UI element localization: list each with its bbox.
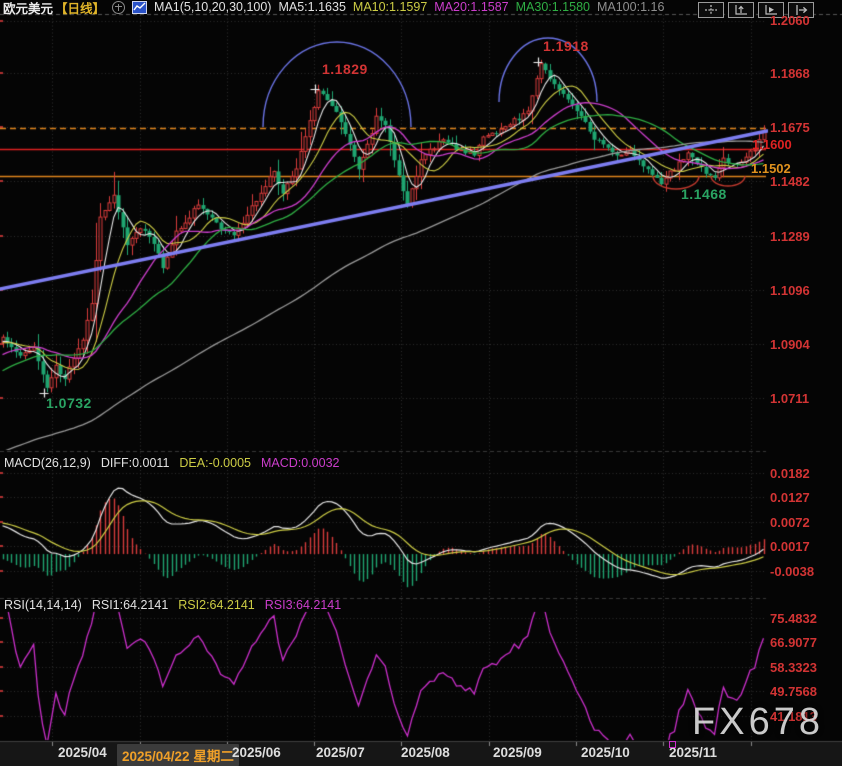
time-tick-label: 2025/07 [316, 745, 365, 760]
instrument-title: 欧元美元 [3, 0, 53, 17]
rsi2-value: RSI2:64.2141 [178, 598, 254, 612]
price-tick-label: 1.1868 [770, 66, 810, 81]
rsi-tick-label: 66.9077 [770, 635, 817, 650]
resistance-level-label: 1.1600 [752, 137, 792, 152]
rsi3-value: RSI3:64.2141 [265, 598, 341, 612]
crosshair-date-label: 2025/04/22 星期二 [117, 744, 239, 766]
timeframe-label: 【日线】 [55, 0, 105, 17]
rsi1-value: RSI1:64.2141 [92, 598, 168, 612]
rsi-name: RSI(14,14,14) [4, 598, 82, 612]
ma5-value: MA5:1.1635 [278, 0, 345, 14]
macd-tick-label: 0.0182 [770, 466, 810, 481]
support-level-label: 1.1502 [751, 161, 791, 176]
watermark: FX678 [692, 701, 824, 744]
chart-header: 欧元美元【日线】 MA1(5,10,20,30,100) MA5:1.1635 … [3, 0, 664, 14]
price-tick-label: 1.0711 [770, 391, 809, 406]
price-tick-label: 1.1675 [770, 120, 810, 135]
time-tick-label: 2025/09 [493, 745, 542, 760]
chart-canvas[interactable] [0, 0, 842, 766]
price-tick-label: 1.1289 [770, 229, 810, 244]
add-indicator-icon[interactable] [112, 1, 125, 14]
macd-tick-label: -0.0038 [770, 564, 814, 579]
macd-tick-label: 0.0072 [770, 515, 810, 530]
rsi-legend: RSI(14,14,14) RSI1:64.2141 RSI2:64.2141 … [4, 598, 341, 612]
scale-axis-up-icon[interactable] [728, 2, 754, 18]
ma100-value: MA100:1.16 [597, 0, 664, 14]
price-tick-label: 1.1482 [770, 174, 810, 189]
rsi-tick-label: 75.4832 [770, 611, 817, 626]
ma20-value: MA20:1.1587 [434, 0, 508, 14]
price-tick-label: 1.2060 [770, 13, 810, 28]
swing-low-annotation: 1.0732 [46, 395, 92, 411]
time-tick-label: 2025/06 [232, 745, 281, 760]
price-tick-label: 1.1096 [770, 283, 810, 298]
swing-low-annotation: 1.1468 [681, 186, 727, 202]
macd-name: MACD(26,12,9) [4, 456, 91, 470]
time-tick-label: 2025/11 [669, 745, 717, 760]
time-tick-label: 2025/10 [581, 745, 630, 760]
macd-legend: MACD(26,12,9) DIFF:0.0011 DEA:-0.0005 MA… [4, 456, 340, 470]
macd-dea-value: DEA:-0.0005 [179, 456, 251, 470]
time-tick-label: 2025/08 [401, 745, 450, 760]
swing-high-annotation: 1.1918 [543, 38, 589, 54]
rsi-tick-label: 49.7568 [770, 684, 817, 699]
pan-move-icon[interactable] [698, 2, 724, 18]
price-tick-label: 1.0904 [770, 337, 810, 352]
macd-tick-label: 0.0127 [770, 490, 810, 505]
ma10-value: MA10:1.1597 [353, 0, 427, 14]
macd-diff-value: DIFF:0.0011 [101, 456, 170, 470]
ma-settings-label: MA1(5,10,20,30,100) [154, 0, 271, 14]
macd-value: MACD:0.0032 [261, 456, 340, 470]
chart-app-window: 欧元美元【日线】 MA1(5,10,20,30,100) MA5:1.1635 … [0, 0, 842, 766]
ma30-value: MA30:1.1580 [516, 0, 590, 14]
chart-type-icon[interactable] [132, 1, 147, 14]
swing-high-annotation: 1.1829 [322, 61, 368, 77]
axis-marker-icon [669, 741, 676, 748]
rsi-tick-label: 58.3323 [770, 660, 817, 675]
macd-tick-label: 0.0017 [770, 539, 810, 554]
time-tick-label: 2025/04 [58, 745, 107, 760]
